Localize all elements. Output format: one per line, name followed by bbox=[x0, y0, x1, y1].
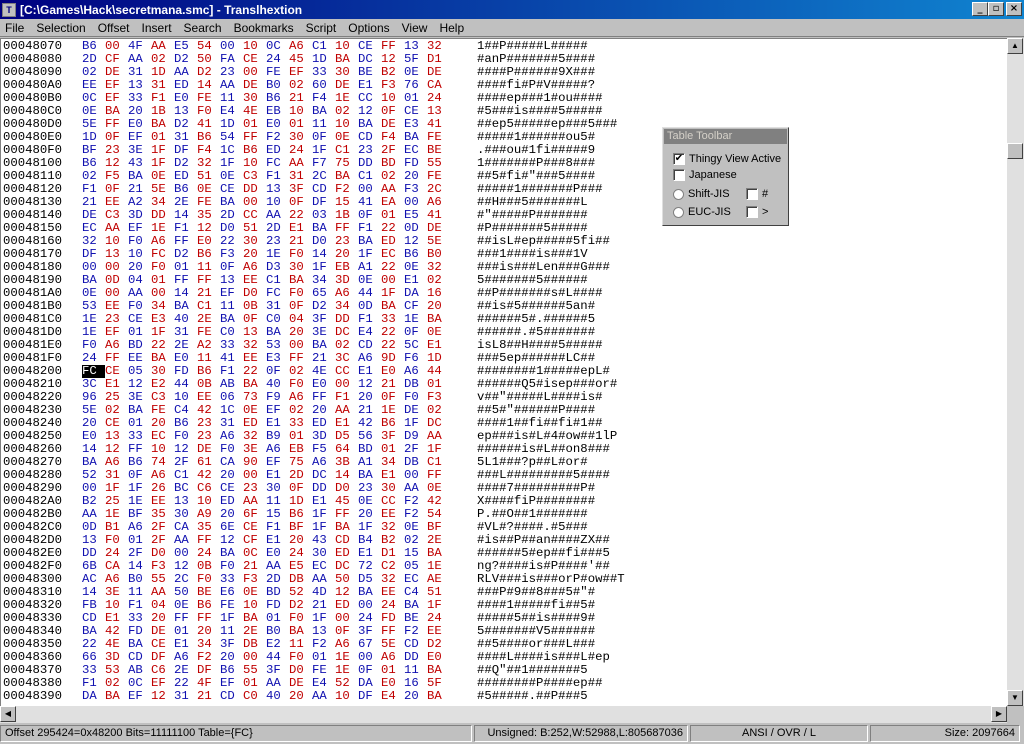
shift-jis-row: Shift-JIS # bbox=[673, 188, 768, 200]
hex-byte[interactable]: EF bbox=[128, 690, 151, 703]
menu-bookmarks[interactable]: Bookmarks bbox=[228, 21, 300, 35]
scroll-up-button[interactable]: ▲ bbox=[1007, 38, 1023, 54]
gt-checkbox[interactable] bbox=[746, 206, 758, 218]
hex-byte[interactable]: DF bbox=[358, 690, 381, 703]
japanese-checkbox[interactable] bbox=[673, 169, 685, 181]
hex-byte[interactable]: CD bbox=[220, 690, 243, 703]
row-hex-bytes[interactable]: DA BA EF 12 31 21 CD C0 40 20 AA 10 DF E4 20 BA bbox=[82, 690, 469, 703]
shift-jis-label: Shift-JIS bbox=[688, 188, 730, 200]
menu-help[interactable]: Help bbox=[433, 21, 470, 35]
japanese-label: Japanese bbox=[689, 169, 737, 181]
vertical-scroll-thumb[interactable] bbox=[1007, 143, 1023, 159]
menu-script[interactable]: Script bbox=[300, 21, 343, 35]
thingy-view-label: Thingy View Active bbox=[689, 153, 782, 165]
japanese-row: Japanese bbox=[673, 169, 737, 181]
scroll-right-button[interactable]: ▶ bbox=[991, 706, 1007, 722]
table-toolbar-title[interactable]: Table Toolbar bbox=[664, 129, 787, 144]
status-offset: Offset 295424=0x48200 Bits=11111100 Tabl… bbox=[0, 725, 472, 742]
euc-jis-row: EUC-JIS > bbox=[673, 206, 768, 218]
minimize-button[interactable]: _ bbox=[972, 2, 988, 16]
table-toolbar: Table Toolbar ✔ Thingy View Active Japan… bbox=[662, 127, 789, 226]
menu-selection[interactable]: Selection bbox=[30, 21, 91, 35]
menu-offset[interactable]: Offset bbox=[92, 21, 136, 35]
euc-jis-label: EUC-JIS bbox=[688, 206, 731, 218]
thingy-view-checkbox[interactable]: ✔ bbox=[673, 153, 685, 165]
euc-jis-radio[interactable] bbox=[673, 206, 684, 218]
status-size: Size: 2097664 bbox=[870, 725, 1020, 742]
hex-byte[interactable]: 21 bbox=[197, 690, 220, 703]
hex-byte[interactable]: C0 bbox=[243, 690, 266, 703]
hex-byte[interactable]: DA bbox=[82, 690, 105, 703]
scrollbar-corner bbox=[1007, 706, 1024, 723]
hex-byte[interactable]: 31 bbox=[174, 690, 197, 703]
window-title: [C:\Games\Hack\secretmana.smc] - Translh… bbox=[20, 2, 303, 17]
hex-byte[interactable]: 20 bbox=[404, 690, 427, 703]
shift-jis-radio[interactable] bbox=[673, 188, 684, 200]
app-icon[interactable]: T bbox=[2, 2, 16, 17]
vertical-scrollbar[interactable]: ▲ ▼ bbox=[1007, 38, 1024, 706]
status-bar: Offset 295424=0x48200 Bits=11111100 Tabl… bbox=[0, 723, 1024, 744]
hex-byte[interactable]: AA bbox=[312, 690, 335, 703]
hex-byte[interactable]: 12 bbox=[151, 690, 174, 703]
hex-byte[interactable]: 10 bbox=[335, 690, 358, 703]
menu-bar: File Selection Offset Insert Search Book… bbox=[0, 19, 1024, 37]
maximize-button[interactable]: ▫ bbox=[988, 2, 1004, 16]
menu-insert[interactable]: Insert bbox=[136, 21, 178, 35]
hex-byte[interactable]: E4 bbox=[381, 690, 404, 703]
thingy-view-row: ✔ Thingy View Active bbox=[673, 153, 781, 165]
hex-byte[interactable]: 40 bbox=[266, 690, 289, 703]
hex-editor-view[interactable]: 00048070 B6 00 4F AA E5 54 00 10 0C A6 C1 10 CE FF 13 32… bbox=[0, 38, 1007, 706]
hex-byte[interactable]: 20 bbox=[289, 690, 312, 703]
hash-label: # bbox=[762, 188, 769, 200]
menu-view[interactable]: View bbox=[396, 21, 434, 35]
hex-rows: 00048070 B6 00 4F AA E5 54 00 10 0C A6 C1 10 CE FF 13 32… bbox=[3, 40, 625, 703]
row-text[interactable]: #5#####.##P###5 bbox=[477, 690, 588, 703]
status-values: Unsigned: B:252,W:52988,L:805687036 bbox=[474, 725, 688, 742]
window-controls: _ ▫ × bbox=[972, 2, 1022, 16]
hex-row[interactable]: 00048390 DA BA EF 12 31 21 CD C0 40 20 AA 10 DF E4 20 BA… bbox=[3, 690, 625, 703]
scroll-left-button[interactable]: ◀ bbox=[0, 706, 16, 722]
hash-checkbox[interactable] bbox=[746, 188, 758, 200]
horizontal-scrollbar[interactable]: ◀ ▶ bbox=[0, 706, 1007, 723]
title-bar: T [C:\Games\Hack\secretmana.smc] - Trans… bbox=[0, 0, 1024, 19]
gt-label: > bbox=[762, 206, 769, 218]
hex-byte[interactable]: BA bbox=[427, 690, 450, 703]
scroll-down-button[interactable]: ▼ bbox=[1007, 690, 1023, 706]
row-offset: 00048390 bbox=[3, 689, 63, 703]
hex-byte[interactable]: BA bbox=[105, 690, 128, 703]
menu-options[interactable]: Options bbox=[342, 21, 395, 35]
close-button[interactable]: × bbox=[1006, 2, 1022, 16]
menu-file[interactable]: File bbox=[0, 21, 30, 35]
menu-search[interactable]: Search bbox=[178, 21, 228, 35]
status-mode: ANSI / OVR / L bbox=[690, 725, 868, 742]
